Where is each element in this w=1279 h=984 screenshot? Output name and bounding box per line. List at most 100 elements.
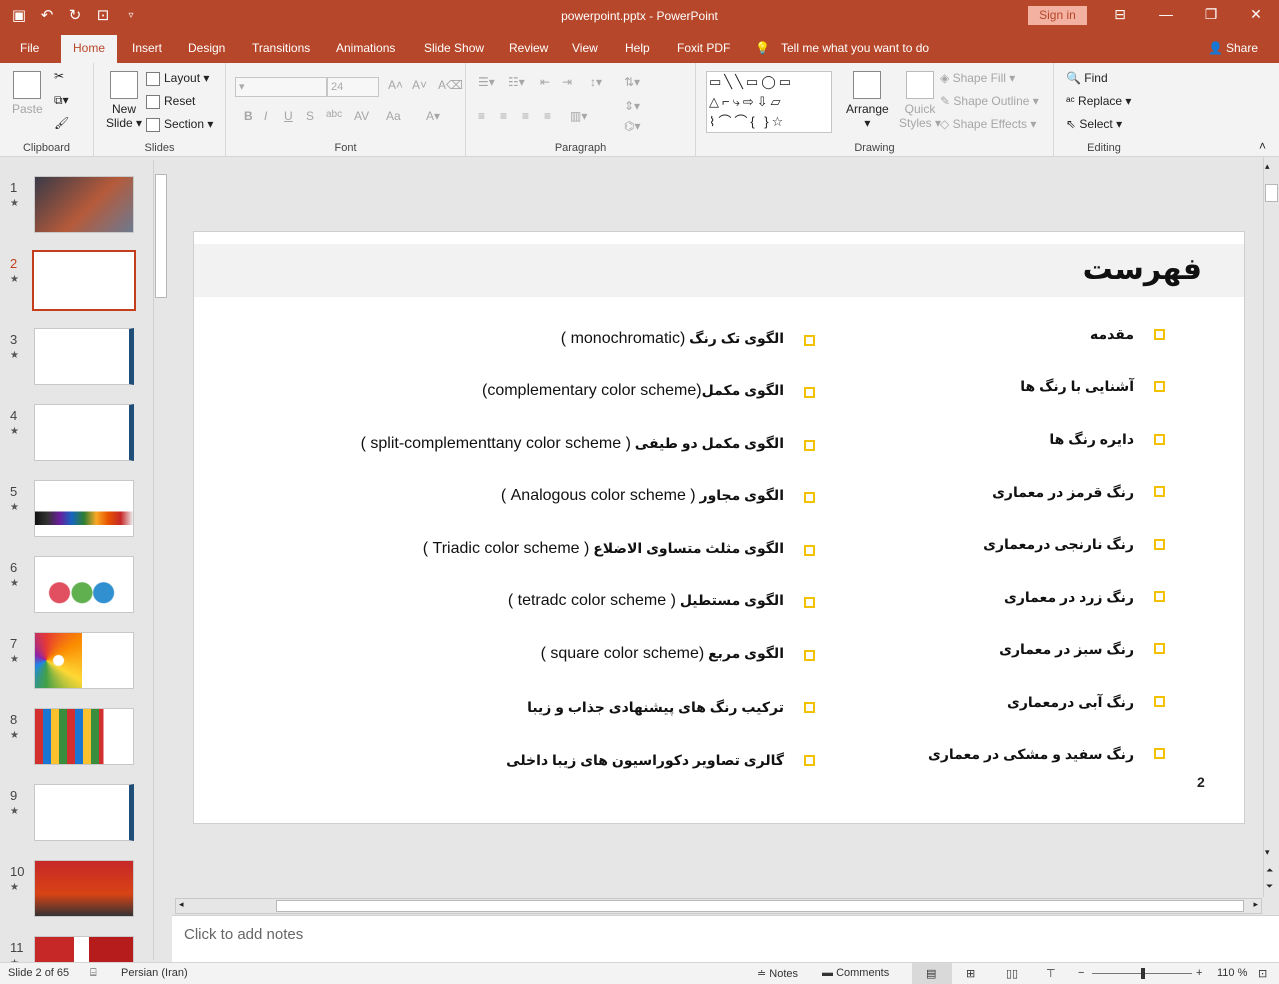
slide-title[interactable]: فهرست [1083,252,1202,287]
format-painter-icon[interactable]: 🖌 [54,116,69,130]
smartart-icon[interactable]: ⌬▾ [624,119,641,133]
font-size-combo[interactable]: 24 [327,77,379,97]
close-icon[interactable]: ✕ [1246,6,1266,23]
numbering-icon[interactable]: ☷▾ [508,75,525,89]
cut-icon[interactable]: ✂ [54,69,64,83]
scroll-right-icon[interactable]: ▸ [1253,899,1258,910]
zoom-slider-handle[interactable] [1141,968,1145,979]
reset-button[interactable]: Reset [146,94,195,109]
strikethrough-icon[interactable]: abc [326,109,342,120]
tab-slide-show[interactable]: Slide Show [424,41,484,55]
italic-icon[interactable]: I [264,109,267,123]
tab-transitions[interactable]: Transitions [252,41,310,55]
editor-vertical-scrollbar[interactable]: ▴ ▾ ⏶ ⏷ [1263,157,1279,897]
language-indicator[interactable]: Persian (Iran) [121,967,188,979]
paste-button[interactable]: Paste [12,71,43,116]
sign-in-button[interactable]: Sign in [1028,6,1087,25]
reading-view-icon[interactable]: ▯▯ [1006,967,1018,980]
clear-format-icon[interactable]: A⌫ [438,78,463,92]
shape-effects-button[interactable]: ◇ Shape Effects ▾ [940,117,1036,131]
thumbnail-slide-2[interactable]: 2 ★ [0,250,150,312]
thumbnail-slide-4[interactable]: 4 ★ [0,404,150,464]
toc-item[interactable]: رنگ سبز در معماری [999,641,1134,658]
layout-button[interactable]: Layout ▾ [146,71,209,86]
toc-item[interactable]: الگوی مجاور ( Analogous color scheme ) [501,487,784,505]
tab-animations[interactable]: Animations [336,41,395,55]
arrange-button[interactable]: Arrange ▾ [846,71,889,130]
shape-fill-button[interactable]: ◈ Shape Fill ▾ [940,71,1015,85]
increase-indent-icon[interactable]: ⇥ [562,75,572,89]
toc-item[interactable]: الگوی مثلث متساوی الاضلاع ( Triadic colo… [423,540,784,558]
toc-item[interactable]: رنگ سفید و مشکی در معماری [928,746,1134,763]
scroll-up-icon[interactable]: ▴ [1265,161,1270,172]
toc-item[interactable]: الگوی مستطیل ( tetradc color scheme ) [508,592,784,610]
shape-outline-button[interactable]: ✎ Shape Outline ▾ [940,94,1039,108]
ribbon-display-icon[interactable]: ⊟ [1110,6,1130,23]
underline-icon[interactable]: U [284,109,293,123]
font-name-combo[interactable]: ▾ [235,77,327,97]
decrease-indent-icon[interactable]: ⇤ [540,75,550,89]
copy-icon[interactable]: ⧉▾ [54,93,69,108]
toc-item[interactable]: رنگ نارنجی درمعماری [983,536,1134,553]
toc-item[interactable]: الگوی مربع (square color scheme ) [541,645,784,663]
tab-review[interactable]: Review [509,41,548,55]
toc-item[interactable]: گالری تصاویر دکوراسیون های زیبا داخلی [506,752,784,769]
notes-button[interactable]: ≐ Notes [757,967,798,980]
previous-slide-icon[interactable]: ⏶ [1266,865,1273,876]
bold-icon[interactable]: B [244,109,253,123]
quick-styles-button[interactable]: Quick Styles ▾ [899,71,941,130]
toc-item[interactable]: رنگ قرمز در معماری [992,484,1134,501]
select-button[interactable]: ⇖ Select ▾ [1066,117,1122,131]
thumbnail-scrollbar[interactable] [153,160,167,960]
align-left-icon[interactable]: ≡ [478,109,485,123]
scrollbar-thumb[interactable] [1265,184,1278,202]
font-color-icon[interactable]: A▾ [426,109,440,123]
toc-item[interactable]: الگوی مکمل(complementary color scheme) [482,382,784,400]
tab-insert[interactable]: Insert [132,41,162,55]
thumbnail-slide-9[interactable]: 9 ★ [0,784,150,844]
thumbnail-slide-1[interactable]: 1 ★ [0,176,150,236]
toc-item[interactable]: رنگ آبی درمعماری [1007,694,1134,711]
line-spacing-icon[interactable]: ↕▾ [590,75,602,89]
tab-home[interactable]: Home [61,35,118,63]
spacing-icon[interactable]: AV [354,109,369,123]
toc-item[interactable]: ترکیب رنگ های پیشنهادی جذاب و زیبا [527,699,784,716]
scrollbar-thumb[interactable] [276,900,1244,912]
columns-icon[interactable]: ▥▾ [570,109,587,123]
scroll-left-icon[interactable]: ◂ [179,899,184,910]
thumbnail-slide-10[interactable]: 10 ★ [0,860,150,920]
tell-me-search[interactable]: Tell me what you want to do [781,41,929,55]
thumbnail-slide-3[interactable]: 3 ★ [0,328,150,388]
thumbnail-slide-5[interactable]: 5 ★ [0,480,150,540]
grow-font-icon[interactable]: A˄ [388,78,403,92]
tab-help[interactable]: Help [625,41,650,55]
tab-view[interactable]: View [572,41,598,55]
section-button[interactable]: Section ▾ [146,117,213,132]
minimize-icon[interactable]: — [1156,6,1176,22]
zoom-in-icon[interactable]: + [1196,967,1202,979]
comments-button[interactable]: ▬ Comments [822,967,889,979]
toc-item[interactable]: الگوی تک رنگ (monochromatic ) [561,330,784,348]
align-text-icon[interactable]: ⇕▾ [624,99,640,113]
align-center-icon[interactable]: ≡ [500,109,507,123]
slide-sorter-icon[interactable]: ⊞ [966,967,975,980]
slide-canvas[interactable]: فهرست مقدمه آشنایی با رنگ ها دایره رنگ ه… [193,231,1245,824]
replace-button[interactable]: ᵃᶜ Replace ▾ [1066,94,1131,108]
text-direction-icon[interactable]: ⇅▾ [624,75,640,89]
shapes-gallery[interactable]: ▭╲╲▭◯▭ △⌐⤷⇨⇩▱ ⌇⌒⌒{ }☆ [706,71,832,133]
align-right-icon[interactable]: ≡ [522,109,529,123]
change-case-icon[interactable]: Aa [386,109,401,123]
toc-item[interactable]: آشنایی با رنگ ها [1020,378,1134,395]
fit-to-window-icon[interactable]: ⊡ [1258,967,1267,980]
toc-item[interactable]: مقدمه [1090,326,1134,343]
scroll-down-icon[interactable]: ▾ [1265,847,1270,858]
next-slide-icon[interactable]: ⏷ [1266,881,1273,892]
collapse-ribbon-icon[interactable]: ˄ [1259,139,1266,153]
scrollbar-thumb[interactable] [155,174,167,298]
thumbnail-slide-7[interactable]: 7 ★ [0,632,150,692]
toc-item[interactable]: الگوی مکمل دو طیفی ( split-complementtan… [361,435,784,453]
shrink-font-icon[interactable]: A˅ [412,78,427,92]
tab-foxit-pdf[interactable]: Foxit PDF [677,41,730,55]
toc-item[interactable]: رنگ زرد در معماری [1004,589,1134,606]
bullets-icon[interactable]: ☰▾ [478,75,495,89]
